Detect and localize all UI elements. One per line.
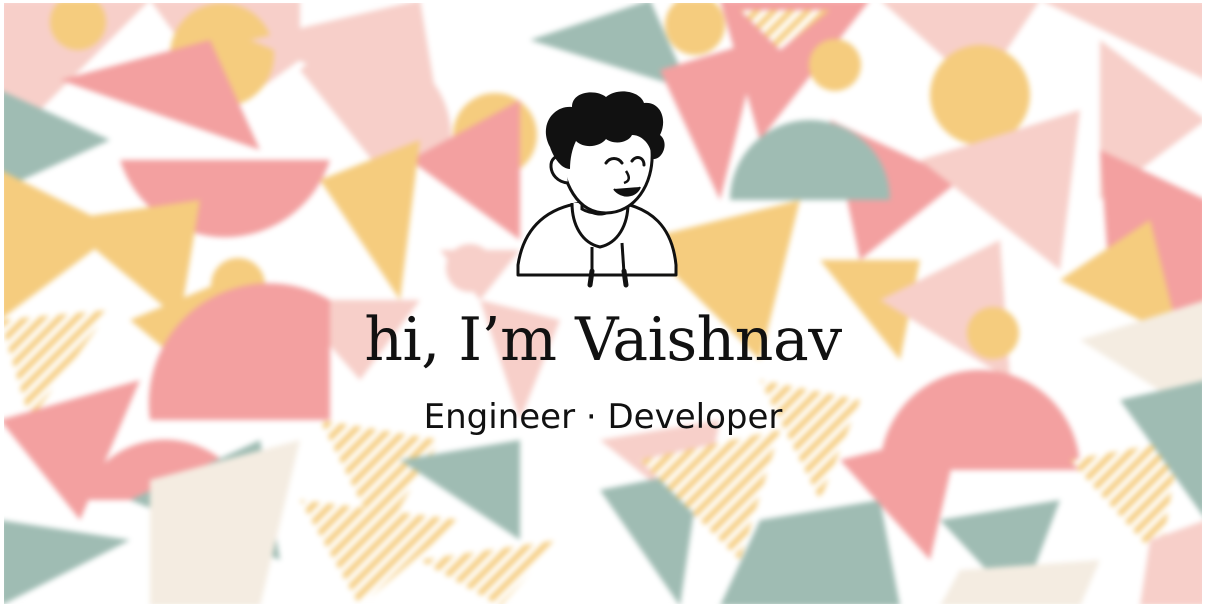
hero-banner: hi, I’m Vaishnav Engineer · Developer xyxy=(0,0,1206,606)
tagline: Engineer · Developer xyxy=(423,397,783,437)
page-title: hi, I’m Vaishnav xyxy=(364,305,842,375)
avatar-icon xyxy=(516,91,678,288)
